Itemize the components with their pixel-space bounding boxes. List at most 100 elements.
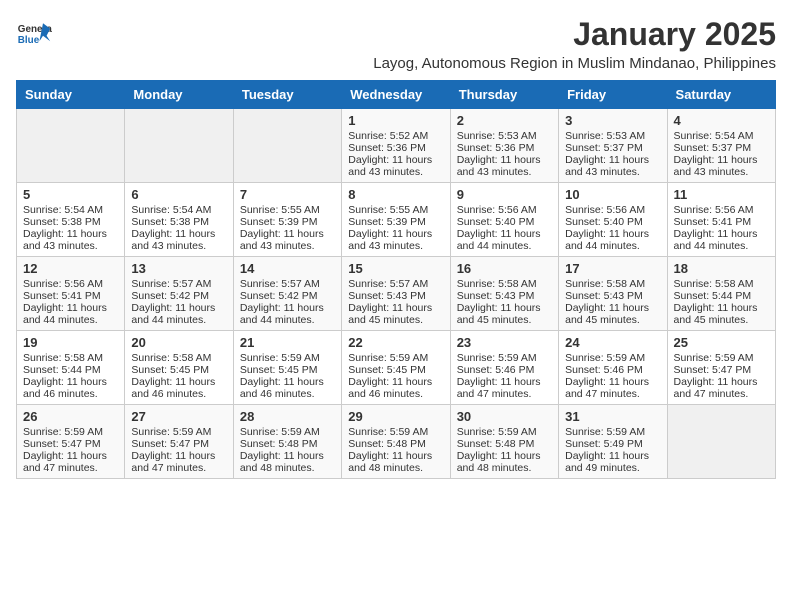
day-number: 4 — [674, 113, 769, 128]
day-info: Sunrise: 5:56 AM — [23, 278, 118, 290]
day-info: Sunset: 5:48 PM — [240, 438, 335, 450]
calendar-cell: 16Sunrise: 5:58 AMSunset: 5:43 PMDayligh… — [450, 257, 558, 331]
day-info: Daylight: 11 hours and 44 minutes. — [23, 302, 118, 326]
day-info: Sunrise: 5:57 AM — [131, 278, 226, 290]
day-number: 27 — [131, 409, 226, 424]
day-info: Daylight: 11 hours and 48 minutes. — [457, 450, 552, 474]
day-number: 17 — [565, 261, 660, 276]
day-info: Sunrise: 5:56 AM — [457, 204, 552, 216]
logo: General Blue — [16, 16, 52, 52]
week-row-1: 1Sunrise: 5:52 AMSunset: 5:36 PMDaylight… — [17, 109, 776, 183]
calendar-cell: 18Sunrise: 5:58 AMSunset: 5:44 PMDayligh… — [667, 257, 775, 331]
day-info: Sunrise: 5:59 AM — [240, 352, 335, 364]
day-info: Sunrise: 5:54 AM — [131, 204, 226, 216]
calendar-cell: 19 Sunrise: 5:58 AMSunset: 5:44 PMDayligh… — [17, 331, 125, 405]
day-info: Sunset: 5:42 PM — [131, 290, 226, 302]
day-info: Sunset: 5:46 PM — [457, 364, 552, 376]
day-number: 8 — [348, 187, 443, 202]
day-info: Sunset: 5:43 PM — [565, 290, 660, 302]
day-info: Daylight: 11 hours and 43 minutes. — [23, 228, 118, 252]
day-info: Daylight: 11 hours and 43 minutes. — [674, 154, 769, 178]
calendar-cell: 25Sunrise: 5:59 AMSunset: 5:47 PMDayligh… — [667, 331, 775, 405]
day-info: Sunset: 5:43 PM — [348, 290, 443, 302]
day-info: Daylight: 11 hours and 44 minutes. — [565, 228, 660, 252]
day-info: Daylight: 11 hours and 47 minutes. — [565, 376, 660, 400]
calendar-cell: 2Sunrise: 5:53 AMSunset: 5:36 PMDaylight… — [450, 109, 558, 183]
day-number: 5 — [23, 187, 118, 202]
svg-text:Blue: Blue — [18, 35, 40, 46]
day-info: Daylight: 11 hours and 43 minutes. — [457, 154, 552, 178]
day-info: Sunrise: 5:59 AM — [457, 352, 552, 364]
day-number: 21 — [240, 335, 335, 350]
day-info: Daylight: 11 hours and 43 minutes. — [565, 154, 660, 178]
day-number: 13 — [131, 261, 226, 276]
day-info: Daylight: 11 hours and 46 minutes. — [348, 376, 443, 400]
day-info: Sunrise: 5:59 AM — [457, 426, 552, 438]
day-number: 20 — [131, 335, 226, 350]
calendar-cell: 17Sunrise: 5:58 AMSunset: 5:43 PMDayligh… — [559, 257, 667, 331]
day-info: Sunset: 5:47 PM — [131, 438, 226, 450]
day-info: Daylight: 11 hours and 47 minutes. — [131, 450, 226, 474]
day-info: Daylight: 11 hours and 49 minutes. — [565, 450, 660, 474]
day-info: Daylight: 11 hours and 44 minutes. — [240, 302, 335, 326]
logo-icon: General Blue — [16, 16, 52, 52]
calendar-cell: 4Sunrise: 5:54 AMSunset: 5:37 PMDaylight… — [667, 109, 775, 183]
calendar-cell: 1Sunrise: 5:52 AMSunset: 5:36 PMDaylight… — [342, 109, 450, 183]
day-info: Sunset: 5:42 PM — [240, 290, 335, 302]
day-info: Sunset: 5:37 PM — [674, 142, 769, 154]
day-number: 22 — [348, 335, 443, 350]
calendar-cell — [233, 109, 341, 183]
day-number: 11 — [674, 187, 769, 202]
day-info: Daylight: 11 hours and 48 minutes. — [348, 450, 443, 474]
day-number: 30 — [457, 409, 552, 424]
day-info: Sunset: 5:38 PM — [131, 216, 226, 228]
weekday-header-monday: Monday — [125, 81, 233, 109]
week-row-3: 12Sunrise: 5:56 AMSunset: 5:41 PMDayligh… — [17, 257, 776, 331]
day-info: Sunset: 5:41 PM — [674, 216, 769, 228]
calendar-cell: 29Sunrise: 5:59 AMSunset: 5:48 PMDayligh… — [342, 405, 450, 479]
day-number: 25 — [674, 335, 769, 350]
day-number: 19 — [23, 335, 118, 350]
calendar-cell: 30Sunrise: 5:59 AMSunset: 5:48 PMDayligh… — [450, 405, 558, 479]
calendar-cell: 27Sunrise: 5:59 AMSunset: 5:47 PMDayligh… — [125, 405, 233, 479]
day-info: Sunrise: 5:59 AM — [565, 426, 660, 438]
calendar-cell: 15Sunrise: 5:57 AMSunset: 5:43 PMDayligh… — [342, 257, 450, 331]
day-info: Sunset: 5:45 PM — [131, 364, 226, 376]
day-number: 18 — [674, 261, 769, 276]
day-info: Sunset: 5:43 PM — [457, 290, 552, 302]
week-row-4: 19Sunrise: 5:58 AMSunset: 5:44 PMDayligh… — [17, 331, 776, 405]
day-info: Sunset: 5:44 PM — [23, 364, 118, 376]
weekday-header-saturday: Saturday — [667, 81, 775, 109]
calendar-cell: 6Sunrise: 5:54 AMSunset: 5:38 PMDaylight… — [125, 183, 233, 257]
day-number: 10 — [565, 187, 660, 202]
day-info: Sunset: 5:36 PM — [348, 142, 443, 154]
day-number: 12 — [23, 261, 118, 276]
day-info: Daylight: 11 hours and 45 minutes. — [348, 302, 443, 326]
calendar-cell: 24Sunrise: 5:59 AMSunset: 5:46 PMDayligh… — [559, 331, 667, 405]
day-info: Sunrise: 5:56 AM — [565, 204, 660, 216]
weekday-header-thursday: Thursday — [450, 81, 558, 109]
day-info: Daylight: 11 hours and 46 minutes. — [23, 376, 118, 400]
day-number: 24 — [565, 335, 660, 350]
day-info: Sunrise: 5:52 AM — [348, 130, 443, 142]
day-info: Daylight: 11 hours and 46 minutes. — [131, 376, 226, 400]
day-info: Daylight: 11 hours and 45 minutes. — [565, 302, 660, 326]
day-info: Sunrise: 5:53 AM — [565, 130, 660, 142]
day-info: Sunrise: 5:58 AM — [131, 352, 226, 364]
calendar-cell: 10Sunrise: 5:56 AMSunset: 5:40 PMDayligh… — [559, 183, 667, 257]
day-info: Sunset: 5:45 PM — [240, 364, 335, 376]
calendar-header-row: SundayMondayTuesdayWednesdayThursdayFrid… — [17, 81, 776, 109]
day-info: Sunset: 5:47 PM — [674, 364, 769, 376]
week-row-2: 5Sunrise: 5:54 AMSunset: 5:38 PMDaylight… — [17, 183, 776, 257]
day-info: Daylight: 11 hours and 44 minutes. — [457, 228, 552, 252]
day-info: Sunrise: 5:59 AM — [674, 352, 769, 364]
day-number: 9 — [457, 187, 552, 202]
day-info: Sunrise: 5:54 AM — [23, 204, 118, 216]
day-number: 15 — [348, 261, 443, 276]
day-number: 16 — [457, 261, 552, 276]
day-info: Daylight: 11 hours and 44 minutes. — [131, 302, 226, 326]
calendar-cell: 13 Sunrise: 5:57 AMSunset: 5:42 PMDayligh… — [125, 257, 233, 331]
day-info: Sunset: 5:38 PM — [23, 216, 118, 228]
day-info: Sunrise: 5:58 AM — [23, 352, 118, 364]
day-info: Daylight: 11 hours and 47 minutes. — [457, 376, 552, 400]
